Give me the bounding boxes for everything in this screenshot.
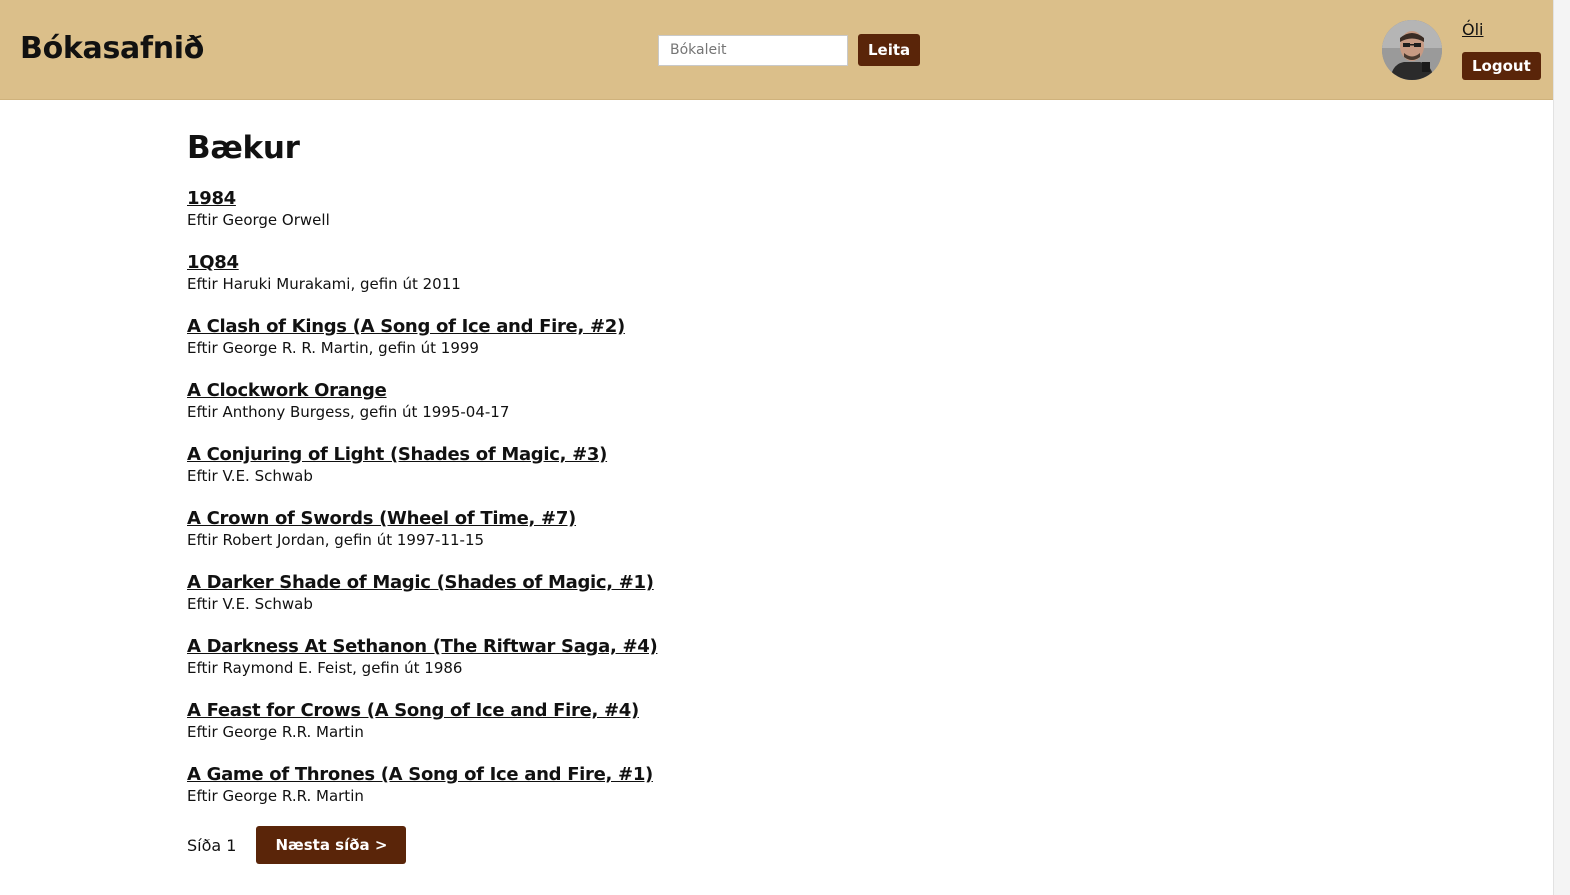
list-item: A Conjuring of Light (Shades of Magic, #… bbox=[187, 444, 657, 508]
book-list: 1984 Eftir George Orwell 1Q84 Eftir Haru… bbox=[187, 188, 658, 828]
book-title-link[interactable]: A Darkness At Sethanon (The Riftwar Saga… bbox=[187, 636, 658, 658]
book-author-meta: Eftir George Orwell bbox=[187, 211, 330, 229]
list-item: A Clash of Kings (A Song of Ice and Fire… bbox=[187, 316, 657, 380]
search-form: Leita bbox=[658, 34, 921, 66]
site-header: Bókasafnið Leita Óli Logout bbox=[0, 0, 1553, 100]
book-title-link[interactable]: A Clash of Kings (A Song of Ice and Fire… bbox=[187, 316, 657, 338]
book-author-meta: Eftir Haruki Murakami, gefin út 2011 bbox=[187, 275, 461, 293]
list-item: 1Q84 Eftir Haruki Murakami, gefin út 201… bbox=[187, 252, 657, 316]
book-title-link[interactable]: A Clockwork Orange bbox=[187, 380, 657, 402]
list-item: A Crown of Swords (Wheel of Time, #7) Ef… bbox=[187, 508, 657, 572]
list-item: A Darkness At Sethanon (The Riftwar Saga… bbox=[187, 636, 658, 700]
list-item: A Game of Thrones (A Song of Ice and Fir… bbox=[187, 764, 657, 828]
book-author-meta: Eftir Raymond E. Feist, gefin út 1986 bbox=[187, 659, 463, 677]
book-title-link[interactable]: 1984 bbox=[187, 188, 657, 210]
list-item: 1984 Eftir George Orwell bbox=[187, 188, 657, 252]
book-author-meta: Eftir Robert Jordan, gefin út 1997-11-15 bbox=[187, 531, 485, 549]
book-author-meta: Eftir George R.R. Martin bbox=[187, 787, 364, 805]
book-title-link[interactable]: A Game of Thrones (A Song of Ice and Fir… bbox=[187, 764, 657, 786]
user-avatar-icon bbox=[1382, 20, 1442, 80]
avatar[interactable] bbox=[1382, 20, 1442, 80]
book-title-link[interactable]: A Conjuring of Light (Shades of Magic, #… bbox=[187, 444, 657, 466]
site-logo[interactable]: Bókasafnið bbox=[20, 29, 204, 69]
book-author-meta: Eftir V.E. Schwab bbox=[187, 595, 313, 613]
user-profile-link[interactable]: Óli bbox=[1462, 20, 1483, 39]
page: Bókasafnið Leita Óli Logout Bækur bbox=[0, 0, 1570, 895]
book-author-meta: Eftir Anthony Burgess, gefin út 1995-04-… bbox=[187, 403, 510, 421]
list-item: A Clockwork Orange Eftir Anthony Burgess… bbox=[187, 380, 657, 444]
book-title-link[interactable]: A Darker Shade of Magic (Shades of Magic… bbox=[187, 572, 657, 594]
book-title-link[interactable]: 1Q84 bbox=[187, 252, 657, 274]
next-page-button[interactable]: Næsta síða > bbox=[256, 826, 407, 864]
current-page-label: Síða 1 bbox=[187, 835, 237, 855]
page-title: Bækur bbox=[187, 130, 300, 166]
logout-button[interactable]: Logout bbox=[1462, 52, 1541, 80]
book-title-link[interactable]: A Feast for Crows (A Song of Ice and Fir… bbox=[187, 700, 657, 722]
scrollbar[interactable] bbox=[1553, 0, 1570, 895]
list-item: A Darker Shade of Magic (Shades of Magic… bbox=[187, 572, 657, 636]
list-item: A Feast for Crows (A Song of Ice and Fir… bbox=[187, 700, 657, 764]
book-author-meta: Eftir V.E. Schwab bbox=[187, 467, 313, 485]
book-author-meta: Eftir George R.R. Martin bbox=[187, 723, 364, 741]
book-title-link[interactable]: A Crown of Swords (Wheel of Time, #7) bbox=[187, 508, 657, 530]
pagination: Síða 1 Næsta síða > bbox=[187, 826, 407, 864]
search-button[interactable]: Leita bbox=[858, 34, 921, 66]
main-content: Bækur 1984 Eftir George Orwell 1Q84 Efti… bbox=[187, 100, 1087, 864]
book-author-meta: Eftir George R. R. Martin, gefin út 1999 bbox=[187, 339, 479, 357]
search-input[interactable] bbox=[658, 34, 848, 66]
